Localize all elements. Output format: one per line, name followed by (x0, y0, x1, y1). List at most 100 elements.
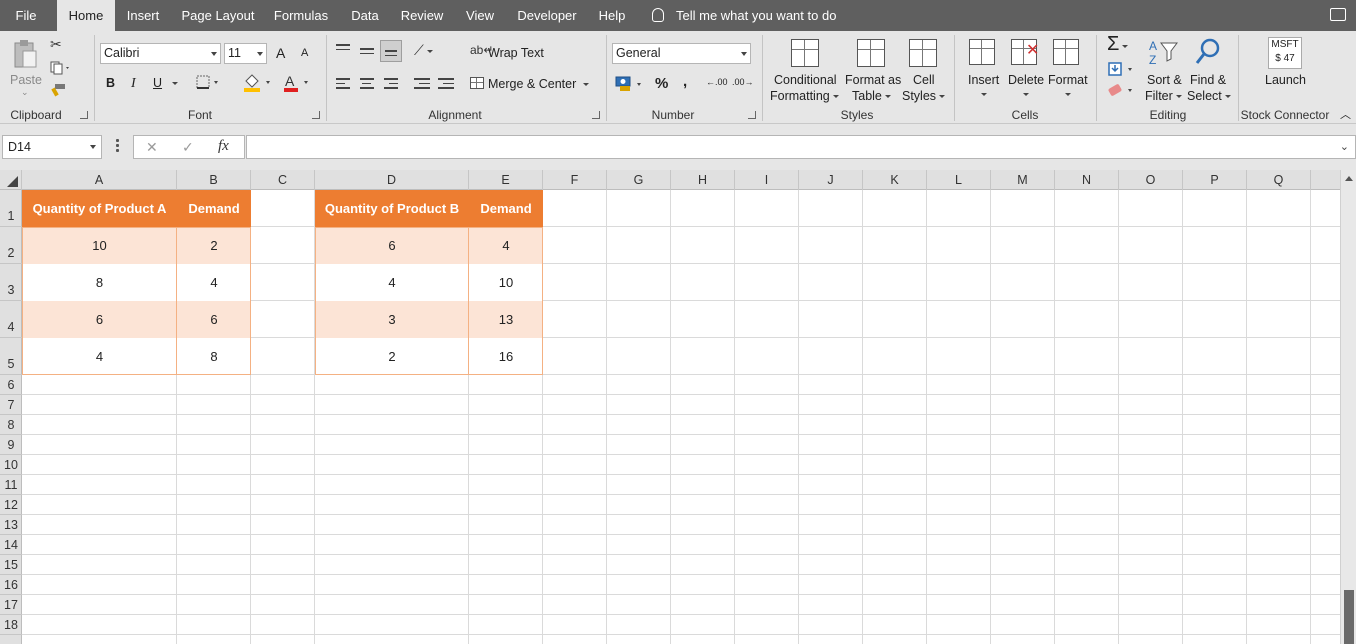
cell-styles-button[interactable]: Styles (902, 89, 946, 103)
font-size-box[interactable]: 11 (224, 43, 267, 64)
fill-icon[interactable] (1108, 62, 1134, 76)
conditional-formatting-button[interactable]: Formatting (770, 89, 839, 103)
table-b-header-cell[interactable]: Quantity of Product B (315, 190, 469, 227)
decrease-indent-icon[interactable] (414, 78, 430, 92)
row-header-6[interactable]: 6 (0, 375, 22, 395)
column-header-h[interactable]: H (671, 170, 735, 190)
orientation-icon[interactable]: ⟋ (414, 43, 433, 57)
clear-icon[interactable] (1108, 83, 1134, 97)
cell-styles-label-1[interactable]: Cell (913, 73, 935, 87)
column-header-k[interactable]: K (863, 170, 927, 190)
alignment-launcher-icon[interactable] (592, 111, 600, 119)
row-header-2[interactable]: 2 (0, 227, 22, 264)
fill-color-icon[interactable] (242, 73, 272, 93)
table-a-data-cell[interactable]: 6 (177, 301, 251, 338)
cut-icon[interactable]: ✂ (50, 37, 62, 51)
align-left-icon[interactable] (336, 78, 350, 92)
autosum-button[interactable]: Σ (1107, 33, 1129, 56)
row-header-4[interactable]: 4 (0, 301, 22, 338)
name-box[interactable]: D14 (2, 135, 102, 159)
font-color-icon[interactable]: A (282, 73, 312, 93)
tell-me-search[interactable]: Tell me what you want to do (652, 0, 836, 31)
column-header-l[interactable]: L (927, 170, 991, 190)
font-launcher-icon[interactable] (312, 111, 320, 119)
expand-formula-bar-icon[interactable]: ⌄ (1340, 140, 1349, 153)
cancel-icon[interactable]: ✕ (146, 140, 158, 154)
table-b-data-cell[interactable]: 16 (469, 338, 543, 375)
delete-dropdown-icon[interactable] (1020, 87, 1029, 101)
number-format-box[interactable]: General (612, 43, 751, 64)
format-dropdown-icon[interactable] (1062, 87, 1071, 101)
vertical-scrollbar[interactable] (1340, 170, 1356, 644)
row-header-11[interactable]: 11 (0, 475, 22, 495)
top-align-icon[interactable] (336, 44, 350, 53)
tab-insert[interactable]: Insert (120, 0, 166, 31)
merge-center-button[interactable]: Merge & Center (488, 77, 576, 91)
delete-cells-button[interactable]: Delete (1008, 73, 1044, 87)
underline-button[interactable]: U (153, 76, 162, 90)
comma-style-button[interactable]: , (683, 73, 687, 90)
column-header-o[interactable]: O (1119, 170, 1183, 190)
accounting-format-icon[interactable] (614, 75, 646, 93)
table-a-data-cell[interactable]: 8 (22, 264, 177, 301)
grow-font-button[interactable]: A (276, 45, 285, 61)
percent-style-button[interactable]: % (655, 75, 668, 92)
column-header-a[interactable]: A (22, 170, 177, 190)
insert-function-button[interactable]: fx (218, 139, 229, 154)
table-a-data-cell[interactable]: 4 (22, 338, 177, 375)
sort-filter-button[interactable]: Filter (1145, 89, 1182, 103)
column-header-e[interactable]: E (469, 170, 543, 190)
row-header-17[interactable]: 17 (0, 595, 22, 615)
column-header-j[interactable]: J (799, 170, 863, 190)
bold-button[interactable]: B (106, 76, 115, 90)
insert-dropdown-icon[interactable] (978, 87, 987, 101)
format-as-table-label-1[interactable]: Format as (845, 73, 901, 87)
insert-cells-button[interactable]: Insert (968, 73, 999, 87)
table-a-data-cell[interactable]: 10 (22, 227, 177, 264)
format-painter-icon[interactable] (50, 83, 66, 97)
tab-developer[interactable]: Developer (512, 0, 582, 31)
shrink-font-button[interactable]: A (301, 47, 308, 59)
conditional-formatting-label-1[interactable]: Conditional (774, 73, 837, 87)
number-launcher-icon[interactable] (748, 111, 756, 119)
table-b-data-cell[interactable]: 2 (315, 338, 469, 375)
increase-indent-icon[interactable] (438, 78, 454, 92)
tab-home[interactable]: Home (57, 0, 115, 31)
row-header-18[interactable]: 18 (0, 615, 22, 635)
formula-input[interactable]: ⌄ (246, 135, 1356, 159)
middle-align-icon[interactable] (360, 48, 374, 57)
tab-view[interactable]: View (460, 0, 500, 31)
clipboard-launcher-icon[interactable] (80, 111, 88, 119)
copy-icon[interactable] (50, 61, 69, 75)
table-b-data-cell[interactable]: 4 (315, 264, 469, 301)
table-b-data-cell[interactable]: 13 (469, 301, 543, 338)
wrap-text-button[interactable]: Wrap Text (488, 46, 544, 60)
table-b-data-cell[interactable]: 6 (315, 227, 469, 264)
row-header-13[interactable]: 13 (0, 515, 22, 535)
collapse-ribbon-icon[interactable]: ︿ (1340, 106, 1351, 122)
column-header-d[interactable]: D (315, 170, 469, 190)
increase-decimal-button[interactable]: ←.00 (706, 77, 728, 87)
table-a-data-cell[interactable]: 8 (177, 338, 251, 375)
find-select-label-1[interactable]: Find & (1190, 73, 1226, 87)
column-header-m[interactable]: M (991, 170, 1055, 190)
align-center-icon[interactable] (360, 78, 374, 92)
scrollbar-thumb[interactable] (1344, 590, 1354, 644)
stock-launch-button[interactable]: Launch (1265, 73, 1306, 87)
underline-dropdown-icon[interactable] (169, 76, 178, 90)
column-header-p[interactable]: P (1183, 170, 1247, 190)
merge-dropdown-icon[interactable] (580, 77, 589, 91)
table-a-header-cell[interactable]: Demand (177, 190, 251, 227)
tab-help[interactable]: Help (592, 0, 632, 31)
table-b-data-cell[interactable]: 10 (469, 264, 543, 301)
select-all-button[interactable] (0, 170, 22, 190)
row-header-16[interactable]: 16 (0, 575, 22, 595)
borders-icon[interactable] (196, 75, 220, 91)
format-as-table-button[interactable]: Table (852, 89, 891, 103)
align-right-icon[interactable] (384, 78, 398, 92)
sort-filter-label-1[interactable]: Sort & (1147, 73, 1182, 87)
tab-data[interactable]: Data (344, 0, 386, 31)
row-header-1[interactable]: 1 (0, 190, 22, 227)
table-b-data-cell[interactable]: 4 (469, 227, 543, 264)
row-header-3[interactable]: 3 (0, 264, 22, 301)
